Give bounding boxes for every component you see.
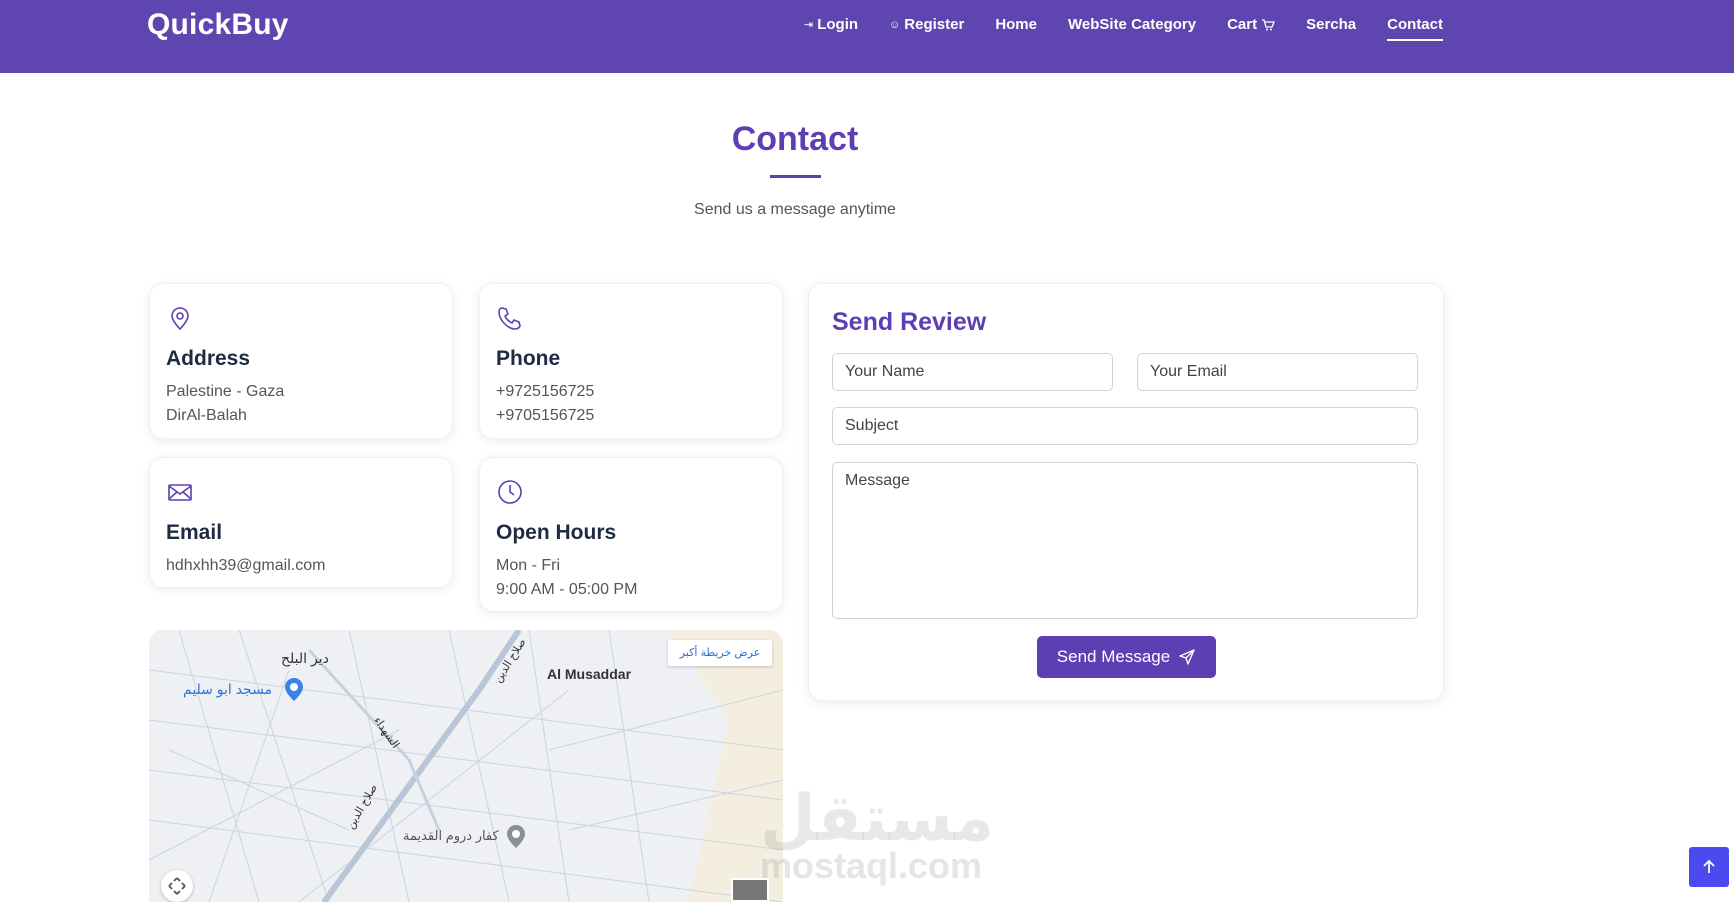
nav-cart-label: Cart: [1227, 16, 1258, 33]
clock-icon: [498, 480, 522, 504]
send-message-button[interactable]: Send Message: [1037, 636, 1216, 678]
email-card: Email hdhxhh39@gmail.com: [149, 457, 453, 588]
login-icon: ⇥: [804, 19, 814, 31]
phone-title: Phone: [496, 347, 561, 370]
phone-line1: +9725156725: [496, 383, 595, 400]
nav-website-category[interactable]: WebSite Category: [1068, 16, 1196, 41]
paper-plane-icon: [1179, 649, 1195, 665]
envelope-icon: [168, 484, 192, 501]
address-title: Address: [166, 347, 251, 370]
map-fullscreen-button[interactable]: [161, 870, 193, 902]
map-roads: [149, 630, 783, 902]
phone-card: Phone +9725156725 +9705156725: [479, 283, 783, 439]
arrow-up-icon: [1703, 859, 1715, 873]
address-card: Address Palestine - Gaza DirAl-Balah: [149, 283, 453, 439]
expand-icon: [168, 877, 186, 895]
address-line2: DirAl-Balah: [166, 407, 247, 424]
nav-contact[interactable]: Contact: [1387, 16, 1443, 41]
nav-home[interactable]: Home: [995, 16, 1037, 41]
location-pin-icon: [171, 307, 189, 331]
phone-line2: +9705156725: [496, 407, 595, 424]
map-label-kfar: كفار دروم القديمة: [403, 828, 499, 843]
address-line1: Palestine - Gaza: [166, 383, 285, 400]
nav-register-label: Register: [904, 16, 965, 33]
send-review-form: Send Review Your Name Your Email Subject…: [808, 283, 1444, 701]
view-larger-map-button[interactable]: عرض خريطة أكبر: [668, 640, 772, 666]
email-input[interactable]: Your Email: [1137, 353, 1418, 391]
nav-cart[interactable]: Cart: [1227, 16, 1276, 41]
form-title: Send Review: [832, 308, 987, 336]
main-nav: ⇥ Login ☺ Register Home WebSite Category…: [773, 16, 1443, 41]
map-label-mosque: مسجد ابو سليم: [183, 681, 273, 697]
hours-time: 9:00 AM - 05:00 PM: [496, 581, 638, 598]
nav-home-label: Home: [995, 16, 1037, 33]
page-subtitle: Send us a message anytime: [694, 201, 896, 218]
nav-sercha[interactable]: Sercha: [1306, 16, 1356, 41]
page-title: Contact: [731, 120, 859, 158]
phone-icon: [498, 307, 521, 330]
name-input[interactable]: Your Name: [832, 353, 1113, 391]
title-underline: [770, 175, 821, 178]
map-label-musaddar: Al Musaddar: [547, 666, 632, 682]
nav-category-label: WebSite Category: [1068, 16, 1197, 33]
map-pin-kfar-icon: [507, 825, 525, 848]
hours-days: Mon - Fri: [496, 557, 560, 574]
message-textarea[interactable]: Message: [832, 462, 1418, 619]
navbar: QuickBuy ⇥ Login ☺ Register Home WebSite…: [0, 0, 1734, 73]
nav-login[interactable]: ⇥ Login: [804, 16, 858, 41]
nav-register[interactable]: ☺ Register: [889, 16, 964, 41]
scroll-top-button[interactable]: [1689, 847, 1729, 887]
cart-icon: [1262, 18, 1276, 30]
email-address: hdhxhh39@gmail.com: [166, 557, 326, 574]
watermark-latin: mostaql.com: [760, 845, 983, 886]
subject-input[interactable]: Subject: [832, 407, 1418, 445]
register-icon: ☺: [889, 18, 901, 31]
map-pin-mosque-icon: [285, 678, 303, 701]
email-title: Email: [166, 521, 223, 544]
embedded-map[interactable]: عرض خريطة أكبر دير البلح مسجد ابو سليم A…: [149, 630, 783, 902]
map-label-deir: دير البلح: [281, 650, 329, 666]
send-message-label: Send Message: [1056, 647, 1171, 666]
nav-login-label: Login: [817, 16, 859, 33]
nav-sercha-label: Sercha: [1306, 16, 1357, 33]
hours-title: Open Hours: [496, 521, 617, 544]
nav-contact-label: Contact: [1387, 16, 1443, 33]
hours-card: Open Hours Mon - Fri 9:00 AM - 05:00 PM: [479, 457, 783, 612]
brand-logo[interactable]: QuickBuy: [147, 8, 289, 42]
